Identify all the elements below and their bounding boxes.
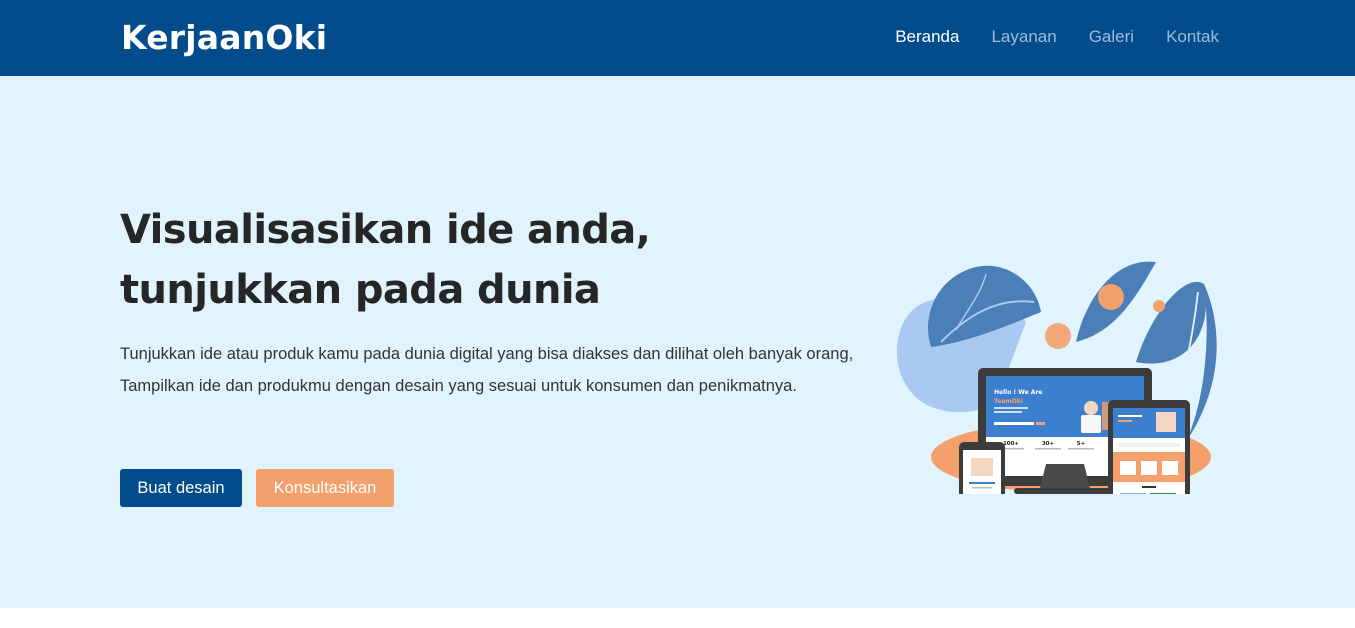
hero-description: Tunjukkan ide atau produk kamu pada duni… <box>120 345 854 395</box>
stat-2: 30+ <box>1042 441 1055 447</box>
nav-link-layanan[interactable]: Layanan <box>991 25 1056 49</box>
konsultasikan-button[interactable]: Konsultasikan <box>256 469 394 507</box>
monitor-brand: TeamOki <box>994 398 1023 405</box>
hero-section: Visualisasikan ide anda, tunjukkan pada … <box>0 76 1355 608</box>
nav-link-galeri[interactable]: Galeri <box>1089 25 1134 49</box>
phone-device <box>959 442 1005 494</box>
nav-link-kontak[interactable]: Kontak <box>1166 25 1219 49</box>
stat-1: 100+ <box>1003 441 1019 447</box>
brand-logo[interactable]: KerjaanOki <box>121 16 327 60</box>
buat-desain-button[interactable]: Buat desain <box>120 469 242 507</box>
tablet-device <box>1108 400 1190 494</box>
main-nav: Beranda Layanan Galeri Kontak <box>895 25 1219 49</box>
stat-3: 5+ <box>1077 441 1086 447</box>
hero-headline: Visualisasikan ide anda, tunjukkan pada … <box>120 200 820 320</box>
navbar: KerjaanOki Beranda Layanan Galeri Kontak <box>0 0 1355 76</box>
devices-illustration: Hello ! We Are TeamOki 100+ 30+ 5+ <box>896 261 1217 494</box>
nav-link-beranda[interactable]: Beranda <box>895 25 959 49</box>
monitor-heading: Hello ! We Are <box>994 389 1042 396</box>
headline-line-2: tunjukkan pada dunia <box>120 267 601 313</box>
headline-line-1: Visualisasikan ide anda, <box>120 207 651 253</box>
hero-buttons: Buat desain Konsultasikan <box>120 469 394 507</box>
